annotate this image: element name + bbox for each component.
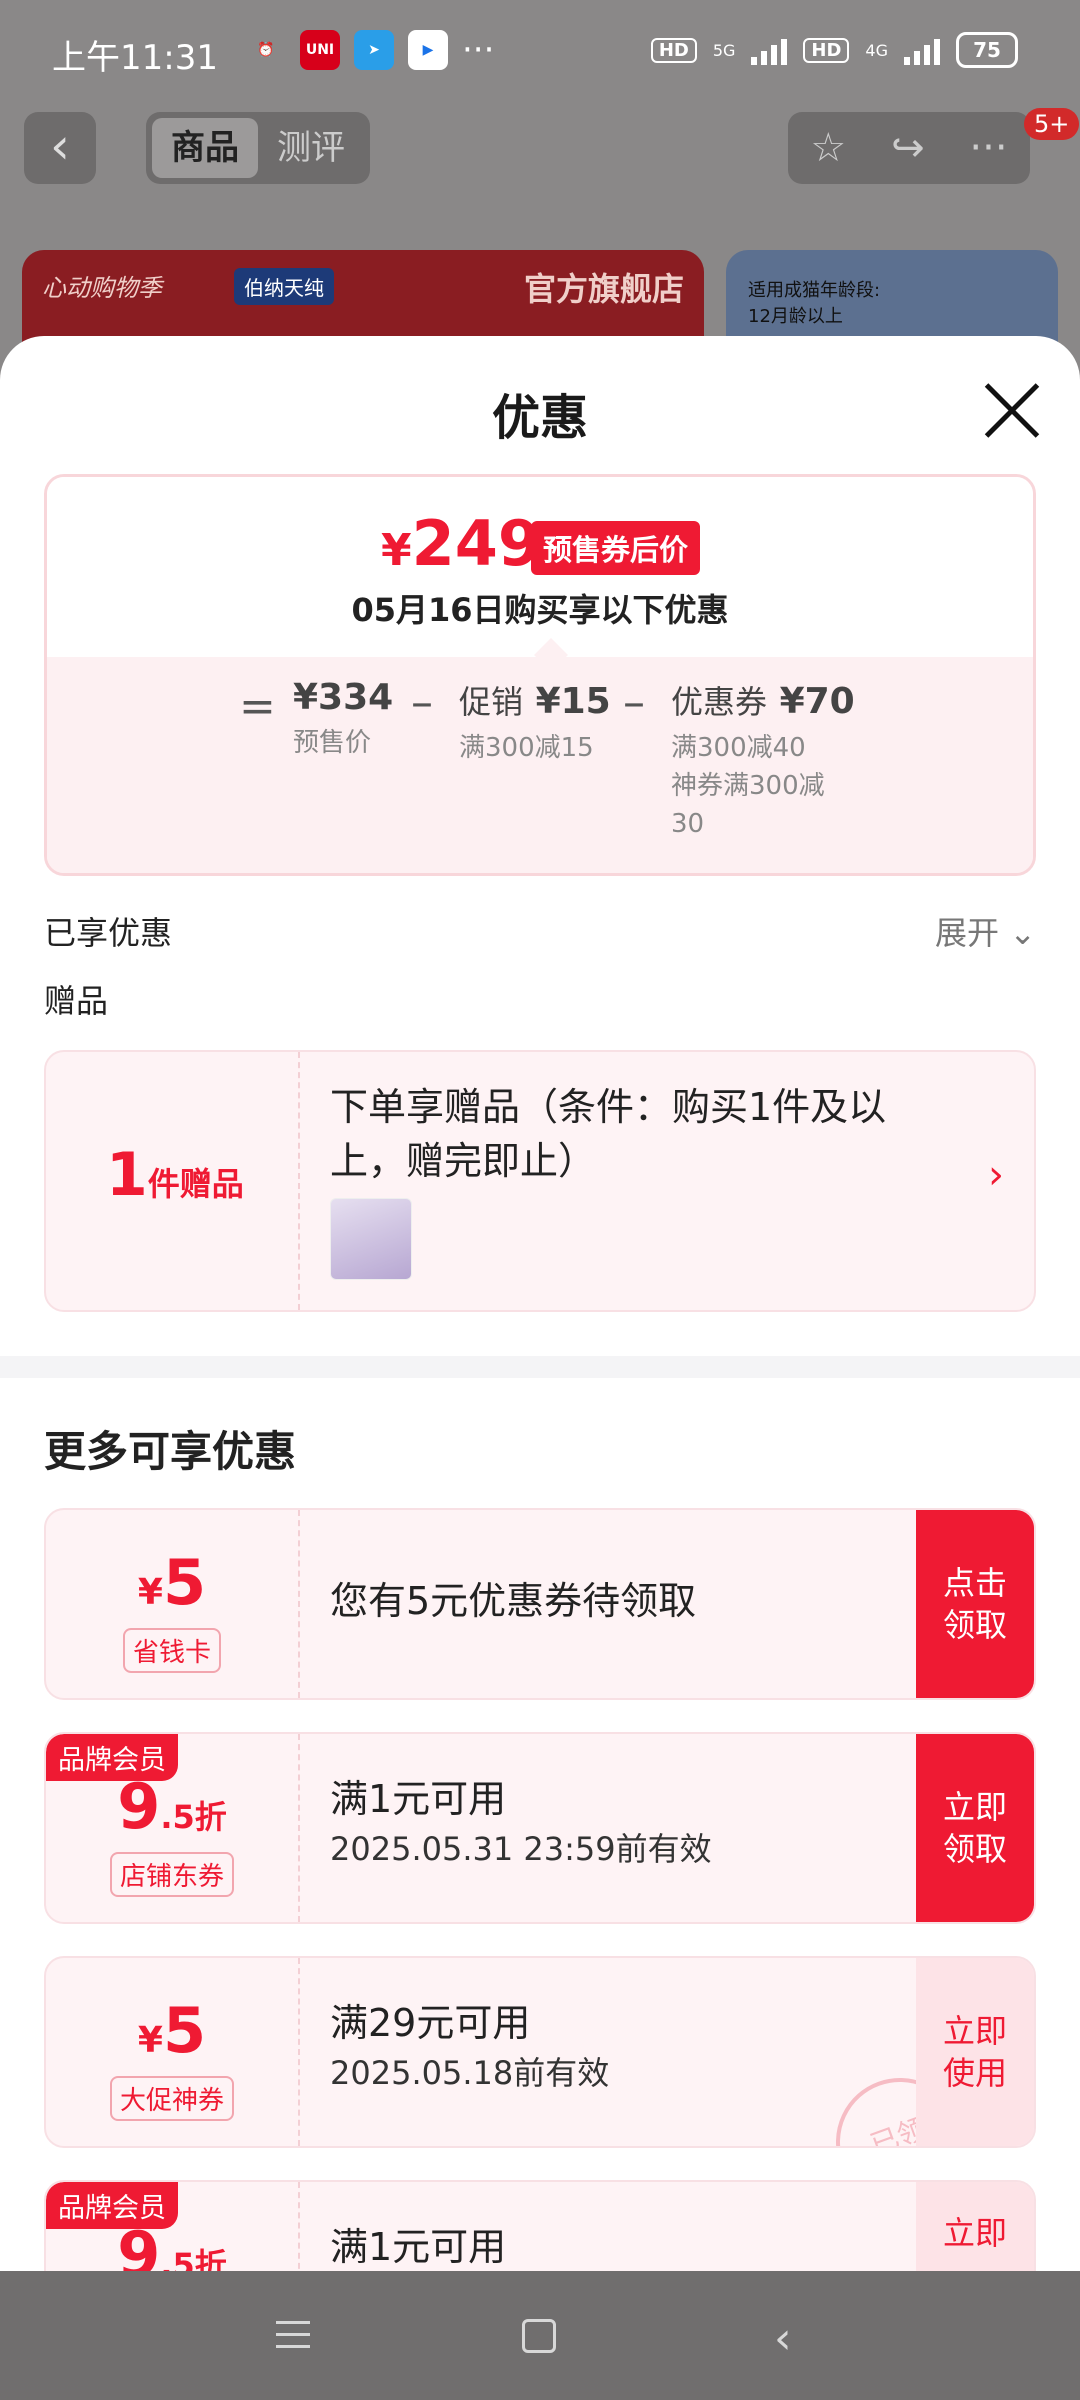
signal-icon-2	[904, 35, 940, 65]
back-button[interactable]: ‹	[24, 112, 96, 184]
background-header: ‹ 商品 测评 ☆ ↪ ··· 5+	[0, 100, 1080, 230]
minus-sign: –	[411, 677, 433, 728]
clock: 上午11:31	[52, 38, 218, 78]
coupon-description: 满1元可用	[330, 2225, 507, 2269]
cart-badge: 5+	[1024, 108, 1080, 140]
notification-icons: ⏰ UNI ➤ ▶ ···	[246, 30, 494, 70]
more-icon[interactable]: ···	[969, 125, 1007, 171]
gift-thumbnail	[330, 1198, 412, 1280]
system-indicators: HD 5G HD 4G 75	[650, 32, 1018, 68]
use-button[interactable]: 立即使用	[916, 1958, 1034, 2146]
gift-count: 1件赠品	[106, 1140, 244, 1210]
coupon-type: 省钱卡	[122, 1628, 221, 1673]
network-4g-label: 4G	[865, 40, 888, 60]
coupon-card: 9.5折 品牌会员 满1元可用 立即	[44, 2180, 1036, 2271]
signal-icon	[751, 35, 788, 65]
promo-item: 促销 ¥15 满300减15	[459, 681, 611, 763]
status-bar: 上午11:31 ⏰ UNI ➤ ▶ ··· HD 5G HD 4G 75	[0, 0, 1080, 100]
claim-button[interactable]: 点击领取	[916, 1510, 1034, 1698]
chevron-down-icon: ⌄	[1009, 914, 1036, 952]
banner-slogan: 心动购物季	[42, 274, 162, 302]
member-badge: 品牌会员	[46, 2182, 178, 2229]
price-tag: 预售券后价	[531, 521, 701, 575]
sheet-title: 优惠	[491, 390, 588, 446]
hd-icon: HD	[650, 37, 697, 63]
presale-price-item: ¥334 预售价	[293, 677, 394, 758]
coupon-type: 大促神券	[109, 2076, 234, 2121]
gift-description: 下单享赠品（条件：购买1件及以上，赠完即止）	[330, 1085, 887, 1183]
price-breakdown-card: ¥249 预售券后价 05月16日购买享以下优惠 = ¥334 预售价 – 促销…	[44, 474, 1036, 876]
home-icon[interactable]	[522, 2319, 556, 2353]
equals-sign: =	[239, 681, 276, 732]
coupon-card: 9.5折 店铺东券 品牌会员 满1元可用 2025.05.31 23:59前有效…	[44, 1732, 1036, 1924]
coupon-description: 满29元可用 2025.05.18前有效	[330, 2001, 610, 2092]
minus-sign-2: –	[623, 677, 645, 728]
more-discounts-title: 更多可享优惠	[44, 1427, 297, 1476]
coupon-value: ¥5	[137, 1994, 207, 2067]
more-notifications-icon: ···	[462, 30, 495, 70]
network-5g-label: 5G	[712, 40, 736, 60]
coupon-card: ¥5 省钱卡 您有5元优惠券待领取 点击领取	[44, 1508, 1036, 1700]
brand-logo: 伯纳天纯	[234, 268, 334, 305]
coupon-type: 店铺东券	[109, 1852, 234, 1897]
star-icon[interactable]: ☆	[810, 125, 846, 171]
section-divider	[0, 1356, 1080, 1378]
chevron-right-icon: ›	[988, 1152, 1004, 1198]
gift-card[interactable]: 1件赠品 下单享赠品（条件：购买1件及以上，赠完即止） ›	[44, 1050, 1036, 1312]
system-nav-bar: ‹	[0, 2271, 1080, 2400]
close-icon[interactable]	[982, 380, 1042, 440]
play-icon: ▶	[408, 30, 448, 70]
menu-icon[interactable]	[276, 2321, 310, 2349]
purchase-date-note: 05月16日购买享以下优惠	[351, 591, 729, 629]
member-badge: 品牌会员	[46, 1734, 178, 1781]
share-icon[interactable]: ↪	[891, 125, 925, 171]
gift-label: 赠品	[44, 982, 109, 1020]
header-actions: ☆ ↪ ···	[788, 112, 1030, 184]
store-label: 官方旗舰店	[523, 270, 684, 308]
telegram-icon: ➤	[354, 30, 394, 70]
claim-button[interactable]: 立即	[916, 2182, 1034, 2271]
uniqlo-icon: UNI	[300, 30, 340, 70]
discount-sheet: 优惠 ¥249 预售券后价 05月16日购买享以下优惠 = ¥334 预售价 –…	[0, 336, 1080, 2271]
coupon-description: 您有5元优惠券待领取	[330, 1579, 697, 1623]
coupon-value: ¥5	[137, 1546, 207, 1619]
claim-button[interactable]: 立即领取	[916, 1734, 1034, 1922]
alarm-icon: ⏰	[257, 42, 275, 58]
enjoyed-discounts-label: 已享优惠	[44, 914, 173, 952]
final-price: ¥249	[381, 507, 542, 580]
back-icon[interactable]: ‹	[774, 2313, 792, 2364]
coupon-item: 优惠券 ¥70 满300减40 神券满300减 30	[671, 681, 855, 839]
tab-review[interactable]: 测评	[258, 118, 364, 178]
hd-icon-2: HD	[803, 37, 850, 63]
battery-icon: 75	[956, 32, 1018, 68]
coupon-description: 满1元可用 2025.05.31 23:59前有效	[330, 1777, 712, 1868]
product-tabs: 商品 测评	[146, 112, 370, 184]
coupon-card: ¥5 大促神券 满29元可用 2025.05.18前有效 已领 立即使用	[44, 1956, 1036, 2148]
tab-product[interactable]: 商品	[152, 118, 258, 178]
expand-button[interactable]: 展开 ⌄	[935, 908, 1036, 954]
